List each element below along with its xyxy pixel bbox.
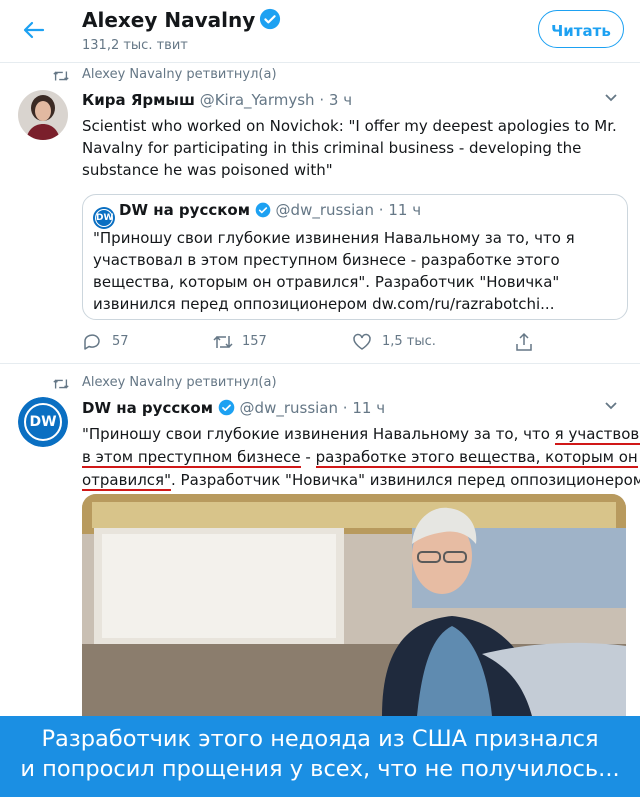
author-name[interactable]: DW на русском <box>82 399 213 417</box>
avatar-photo <box>18 90 68 140</box>
profile-name-row: Alexey Navalny <box>82 8 281 32</box>
caption-line-1: Разработчик этого недояда из США признал… <box>41 726 599 752</box>
chevron-down-icon[interactable] <box>604 93 618 103</box>
chevron-down-icon[interactable] <box>604 401 618 411</box>
profile-header: Alexey Navalny 131,2 тыс. твит Читать <box>0 0 640 63</box>
reply-action[interactable]: 57 <box>82 330 172 354</box>
tweet-text-line-3: отравился". Разработчик "Новичка" извини… <box>82 469 640 492</box>
tweet-meta: DW на русском @dw_russian · 11 ч <box>82 399 385 417</box>
underlined-text: разработке этого вещества, которым он <box>315 448 638 468</box>
quoted-author-handle: @dw_russian <box>275 201 375 219</box>
meta-separator: · <box>319 91 325 109</box>
tweet-photo[interactable] <box>82 494 626 716</box>
reply-count: 57 <box>112 334 129 349</box>
retweet-label: Alexey Navalny ретвитнул(а) <box>82 67 277 82</box>
meta-separator: · <box>342 399 348 417</box>
photo-scientist <box>82 494 626 716</box>
quoted-tweet[interactable]: DW DW на русском @dw_russian · 11 ч "При… <box>82 194 628 320</box>
tweet-retweet-kira[interactable]: Alexey Navalny ретвитнул(а) Кира Ярмыш @… <box>0 63 640 364</box>
back-arrow-icon[interactable] <box>22 18 46 42</box>
share-icon <box>516 332 532 351</box>
avatar-kira[interactable] <box>18 90 68 140</box>
verified-badge-icon <box>218 399 235 416</box>
verified-badge-icon <box>260 8 281 30</box>
heart-icon <box>353 333 371 350</box>
tweet-time[interactable]: 3 ч <box>329 91 352 109</box>
dw-logo-text: DW <box>24 403 62 441</box>
tweet-text: "Приношу свои глубокие извинения Навальн… <box>82 423 640 492</box>
author-name[interactable]: Кира Ярмыш <box>82 91 195 109</box>
quoted-tweet-text: "Приношу свои глубокие извинения Навальн… <box>93 229 575 313</box>
retweet-icon <box>53 71 69 81</box>
quoted-tweet-time: 11 ч <box>388 201 422 219</box>
tweet-text: Scientist who worked on Novichok: "I off… <box>82 117 617 179</box>
follow-button[interactable]: Читать <box>538 10 624 48</box>
caption-banner: Разработчик этого недояда из США признал… <box>0 716 640 797</box>
like-action[interactable]: 1,5 тыс. <box>352 330 472 354</box>
tweet-meta: Кира Ярмыш @Kira_Yarmysh · 3 ч <box>82 91 352 109</box>
retweet-icon <box>53 379 69 389</box>
tweet-text-line-1: "Приношу свои глубокие извинения Навальн… <box>82 423 640 446</box>
caption-line-2: и попросил прощения у всех, что не получ… <box>20 756 620 782</box>
tweet-text-line-2: в этом преступном бизнесе - разработке э… <box>82 446 638 469</box>
tweet-time[interactable]: 11 ч <box>352 399 385 417</box>
underlined-text: отравился" <box>82 471 171 491</box>
retweet-icon <box>213 335 233 349</box>
profile-name: Alexey Navalny <box>82 8 256 32</box>
text-segment: "Приношу свои глубокие извинения Навальн… <box>82 425 555 443</box>
text-segment: . Разработчик "Новичка" извинился перед … <box>170 471 640 489</box>
dw-logo: DW <box>18 397 68 447</box>
text-segment: - <box>300 448 316 466</box>
dw-logo-text: DW <box>95 209 113 227</box>
quoted-tweet-meta: DW DW на русском @dw_russian · 11 ч <box>93 201 421 229</box>
retweet-action[interactable]: 157 <box>212 330 312 354</box>
author-handle[interactable]: @dw_russian <box>240 399 338 417</box>
share-action[interactable] <box>514 330 538 354</box>
underlined-text: в этом преступном бизнесе <box>82 448 301 468</box>
dw-avatar-small: DW <box>93 207 115 229</box>
meta-separator: · <box>378 201 384 219</box>
verified-badge-icon <box>255 202 271 218</box>
tweet-count: 131,2 тыс. твит <box>82 38 188 53</box>
retweet-count: 157 <box>242 334 267 349</box>
like-count: 1,5 тыс. <box>382 334 436 349</box>
avatar-dw[interactable]: DW <box>18 397 68 447</box>
quoted-author-name: DW на русском <box>119 201 250 219</box>
reply-icon <box>84 334 100 350</box>
retweet-label: Alexey Navalny ретвитнул(а) <box>82 375 277 390</box>
author-handle[interactable]: @Kira_Yarmysh <box>200 91 315 109</box>
tweet-actions: 57 157 1,5 тыс. <box>82 330 532 354</box>
underlined-text: я участвовал <box>554 425 640 445</box>
